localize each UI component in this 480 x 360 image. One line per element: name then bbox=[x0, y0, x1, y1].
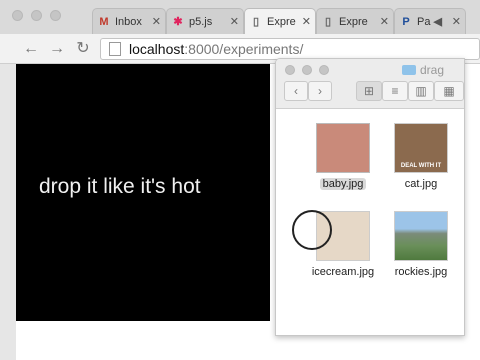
back-arrow-icon[interactable]: ← bbox=[22, 40, 40, 58]
reload-icon[interactable]: ↻ bbox=[74, 40, 92, 58]
tab-close-icon[interactable]: ✕ bbox=[452, 15, 461, 28]
file-item-rockies[interactable]: rockies.jpg bbox=[384, 211, 458, 278]
file-name: cat.jpg bbox=[404, 178, 438, 190]
icon-view-icon[interactable]: ⊞ bbox=[356, 81, 382, 101]
tab-close-icon[interactable]: ✕ bbox=[302, 15, 311, 28]
rockies-thumbnail-icon bbox=[394, 211, 448, 261]
file-name: rockies.jpg bbox=[394, 266, 448, 278]
tab-label: Pa bbox=[417, 15, 431, 28]
gmail-icon: M bbox=[99, 15, 109, 28]
page-icon: ▯ bbox=[252, 16, 260, 28]
finder-back-icon[interactable]: ‹ bbox=[284, 81, 308, 101]
folder-label: drag bbox=[420, 63, 445, 77]
folder-icon bbox=[402, 65, 416, 75]
url-host: localhost bbox=[129, 41, 185, 57]
finder-window: drag ‹ › ⊞ ≡ ▥ ▦ baby.jpg DEAL WITH IT c… bbox=[275, 58, 465, 336]
tab-label: Expre bbox=[267, 15, 296, 28]
url-path: :8000/experiments/ bbox=[184, 41, 304, 57]
close-window-button[interactable] bbox=[12, 10, 23, 21]
page-icon bbox=[109, 42, 121, 56]
forward-arrow-icon[interactable]: → bbox=[48, 40, 66, 58]
finder-titlebar: drag bbox=[276, 59, 464, 81]
tab-experiments[interactable]: ▯ Expre ✕ bbox=[316, 8, 394, 34]
tab-label: p5.js bbox=[189, 15, 213, 28]
browser-window: M Inbox ✕ ✱ p5.js ✕ ▯ Expre ✕ ▯ Expre ✕ … bbox=[0, 0, 480, 360]
page-icon: ▯ bbox=[324, 16, 332, 28]
drag-cursor-icon bbox=[292, 210, 332, 250]
address-bar[interactable]: localhost :8000/experiments/ bbox=[100, 38, 480, 60]
cat-thumbnail-icon: DEAL WITH IT bbox=[394, 123, 448, 173]
tab-label: Expre bbox=[339, 15, 368, 28]
folder-title: drag bbox=[402, 63, 444, 77]
paypal-icon: P bbox=[402, 15, 410, 28]
tab-bar: M Inbox ✕ ✱ p5.js ✕ ▯ Expre ✕ ▯ Expre ✕ … bbox=[0, 0, 480, 34]
canvas-message: drop it like it's hot bbox=[39, 174, 201, 198]
finder-minimize-button[interactable] bbox=[302, 65, 312, 75]
tab-inbox[interactable]: M Inbox ✕ bbox=[92, 8, 166, 34]
tab-paypal[interactable]: P Pa ◀ ✕ bbox=[394, 8, 466, 34]
p5js-icon: ✱ bbox=[173, 16, 183, 28]
file-item-cat[interactable]: DEAL WITH IT cat.jpg bbox=[384, 123, 458, 190]
tab-p5js[interactable]: ✱ p5.js ✕ bbox=[166, 8, 244, 34]
baby-thumbnail-icon bbox=[316, 123, 370, 173]
finder-toolbar: ‹ › ⊞ ≡ ▥ ▦ bbox=[276, 81, 464, 109]
speaker-icon: ◀ bbox=[433, 16, 443, 28]
list-view-icon[interactable]: ≡ bbox=[382, 81, 408, 101]
file-name: baby.jpg bbox=[319, 178, 367, 190]
finder-zoom-button[interactable] bbox=[319, 65, 329, 75]
minimize-window-button[interactable] bbox=[31, 10, 42, 21]
finder-forward-icon[interactable]: › bbox=[308, 81, 332, 101]
window-controls bbox=[12, 10, 61, 21]
column-view-icon[interactable]: ▥ bbox=[408, 81, 434, 101]
coverflow-view-icon[interactable]: ▦ bbox=[434, 81, 464, 101]
tab-close-icon[interactable]: ✕ bbox=[230, 15, 239, 28]
tab-experiments-active[interactable]: ▯ Expre ✕ bbox=[244, 8, 316, 34]
file-name: icecream.jpg bbox=[311, 266, 375, 278]
finder-close-button[interactable] bbox=[285, 65, 295, 75]
tab-close-icon[interactable]: ✕ bbox=[380, 15, 389, 28]
file-item-baby[interactable]: baby.jpg bbox=[306, 123, 380, 192]
finder-window-controls bbox=[285, 65, 329, 75]
zoom-window-button[interactable] bbox=[50, 10, 61, 21]
tab-close-icon[interactable]: ✕ bbox=[152, 15, 161, 28]
p5-canvas[interactable]: drop it like it's hot bbox=[16, 64, 270, 321]
thumbnail-caption: DEAL WITH IT bbox=[400, 163, 442, 169]
tab-label: Inbox bbox=[115, 15, 142, 28]
